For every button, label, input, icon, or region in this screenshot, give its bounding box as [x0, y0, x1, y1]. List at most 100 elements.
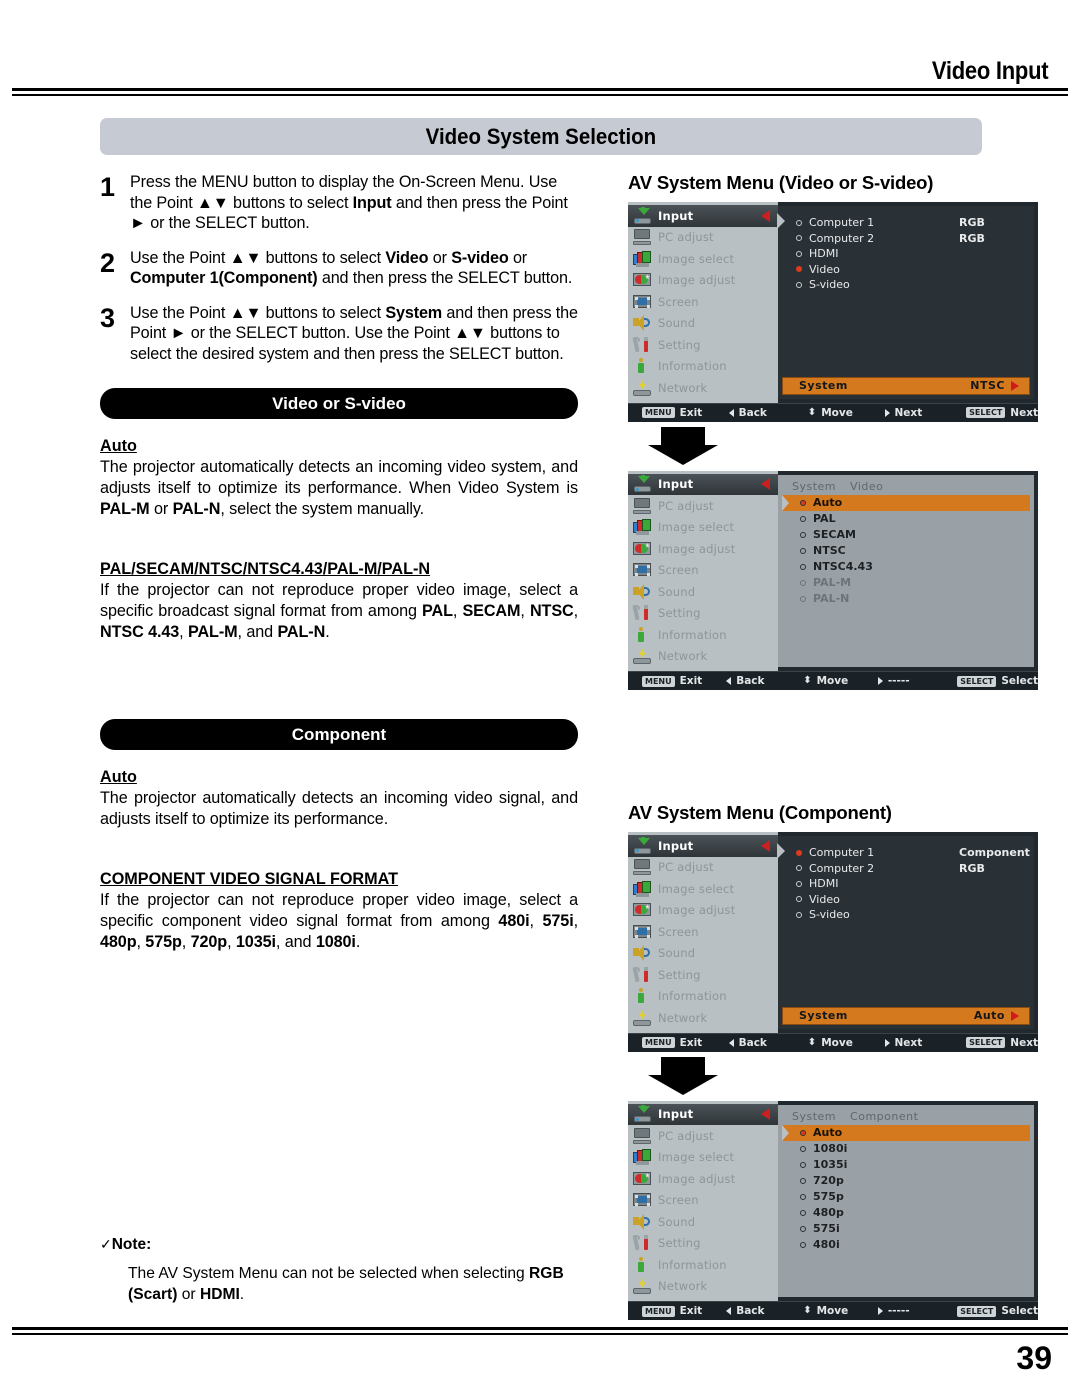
input-source-list[interactable]: Computer 1 RGB Computer 2 RGB HDMI Video S-vid… — [778, 206, 1034, 293]
sidebar-item-sound[interactable]: Sound — [628, 581, 778, 603]
sidebar-item-image-select[interactable]: Image select — [628, 878, 778, 900]
input-source-row[interactable]: S-video — [796, 277, 1034, 293]
sidebar-item-input[interactable]: Input — [628, 473, 778, 495]
sidebar-item-setting[interactable]: Setting — [628, 334, 778, 356]
sidebar-item-network[interactable]: Network — [628, 1007, 778, 1029]
component-auto-body: The projector automatically detects an i… — [100, 789, 578, 828]
osd-sidebar[interactable]: Input PC adjust Image select Image adjust Sc… — [628, 202, 778, 403]
system-option-row[interactable]: 1035i — [782, 1157, 1030, 1173]
sidebar-item-screen[interactable]: Screen — [628, 921, 778, 943]
status-next-label: ----- — [887, 675, 910, 687]
sidebar-item-image-select[interactable]: Image select — [628, 1147, 778, 1169]
system-option-row[interactable]: 480p — [782, 1205, 1030, 1221]
system-option-row[interactable]: PAL-N — [782, 591, 1030, 607]
sidebar-item-information[interactable]: Information — [628, 356, 778, 378]
status-move[interactable]: ⬍ Move — [803, 1305, 878, 1317]
sidebar-item-image-select[interactable]: Image select — [628, 248, 778, 270]
status-select[interactable]: SELECT Select — [957, 1305, 1038, 1317]
sidebar-item-image-adjust[interactable]: Image adjust — [628, 1168, 778, 1190]
input-source-row[interactable]: Computer 1 RGB — [796, 215, 1034, 231]
system-row[interactable]: System NTSC — [782, 376, 1030, 395]
system-option-row[interactable]: NTSC — [782, 543, 1030, 559]
system-option-row[interactable]: PAL — [782, 511, 1030, 527]
system-option-row[interactable]: SECAM — [782, 527, 1030, 543]
sidebar-item-sound[interactable]: Sound — [628, 943, 778, 965]
sidebar-item-network[interactable]: Network — [628, 646, 778, 668]
system-option-row[interactable]: Auto — [782, 1124, 1030, 1141]
system-option-row[interactable]: 575i — [782, 1221, 1030, 1237]
status-select[interactable]: SELECT Next — [966, 1037, 1038, 1049]
input-source-list[interactable]: Computer 1 Component Computer 2 RGB HDMI Vide… — [778, 836, 1034, 923]
sidebar-item-image-select[interactable]: Image select — [628, 517, 778, 539]
status-exit[interactable]: MENU Exit — [642, 1037, 729, 1049]
sidebar-item-pc-adjust[interactable]: PC adjust — [628, 227, 778, 249]
sidebar-item-information[interactable]: Information — [628, 624, 778, 646]
video-auto-body: The projector automatically detects an i… — [100, 458, 578, 518]
sidebar-item-pc-adjust[interactable]: PC adjust — [628, 857, 778, 879]
input-source-row[interactable]: Video — [796, 892, 1034, 908]
system-option-list[interactable]: Auto 1080i 1035i 720p 575p 480p 575i 480i — [778, 1124, 1034, 1253]
input-source-row[interactable]: Video — [796, 262, 1034, 278]
sidebar-item-pc-adjust[interactable]: PC adjust — [628, 1125, 778, 1147]
sidebar-item-screen[interactable]: Screen — [628, 560, 778, 582]
system-option-row[interactable]: Auto — [782, 494, 1030, 511]
input-source-row[interactable]: HDMI — [796, 876, 1034, 892]
status-next[interactable]: ----- — [877, 675, 957, 687]
status-back[interactable]: Back — [728, 1037, 808, 1049]
osd-sidebar[interactable]: Input PC adjust Image select Image adjust Sc… — [628, 1100, 778, 1301]
sidebar-item-setting[interactable]: Setting — [628, 964, 778, 986]
status-back[interactable]: Back — [728, 407, 808, 419]
radio-icon — [796, 849, 802, 856]
sidebar-item-label: Screen — [658, 1193, 699, 1208]
status-next[interactable]: ----- — [877, 1305, 957, 1317]
system-option-row[interactable]: PAL-M — [782, 575, 1030, 591]
status-select[interactable]: SELECT Select — [957, 675, 1038, 687]
sidebar-item-information[interactable]: Information — [628, 986, 778, 1008]
sidebar-item-pc-adjust[interactable]: PC adjust — [628, 495, 778, 517]
status-next[interactable]: Next — [884, 1037, 967, 1049]
sidebar-item-input[interactable]: Input — [628, 835, 778, 857]
status-next[interactable]: Next — [884, 407, 967, 419]
system-option-row[interactable]: 480i — [782, 1237, 1030, 1253]
status-move[interactable]: ⬍ Move — [808, 1037, 885, 1049]
status-back[interactable]: Back — [726, 1305, 803, 1317]
status-move[interactable]: ⬍ Move — [808, 407, 885, 419]
system-option-row[interactable]: 1080i — [782, 1141, 1030, 1157]
sidebar-item-screen[interactable]: Screen — [628, 1190, 778, 1212]
system-option-row[interactable]: 720p — [782, 1173, 1030, 1189]
status-back[interactable]: Back — [726, 675, 803, 687]
input-source-row[interactable]: S-video — [796, 907, 1034, 923]
sidebar-item-sound[interactable]: Sound — [628, 313, 778, 335]
system-row[interactable]: System Auto — [782, 1006, 1030, 1025]
sidebar-item-sound[interactable]: Sound — [628, 1211, 778, 1233]
input-source-row[interactable]: HDMI — [796, 246, 1034, 262]
osd-sidebar[interactable]: Input PC adjust Image select Image adjust Sc… — [628, 832, 778, 1033]
sidebar-item-input[interactable]: Input — [628, 1103, 778, 1125]
osd-sidebar[interactable]: Input PC adjust Image select Image adjust Sc… — [628, 470, 778, 671]
input-source-row[interactable]: Computer 2 RGB — [796, 861, 1034, 877]
system-option-list[interactable]: Auto PAL SECAM NTSC NTSC4.43 PAL-M PAL-N — [778, 494, 1034, 607]
input-source-row[interactable]: Computer 1 Component — [796, 845, 1034, 861]
status-move[interactable]: ⬍ Move — [803, 675, 878, 687]
sidebar-item-label: Screen — [658, 924, 699, 939]
sidebar-item-image-adjust[interactable]: Image adjust — [628, 270, 778, 292]
sidebar-item-setting[interactable]: Setting — [628, 1233, 778, 1255]
sidebar-item-input[interactable]: Input — [628, 205, 778, 227]
status-exit[interactable]: MENU Exit — [642, 407, 729, 419]
arrow-updown-icon: ⬍ — [807, 406, 817, 418]
sidebar-item-information[interactable]: Information — [628, 1254, 778, 1276]
status-exit[interactable]: MENU Exit — [642, 1305, 726, 1317]
sidebar-item-setting[interactable]: Setting — [628, 603, 778, 625]
sidebar-item-network[interactable]: Network — [628, 1276, 778, 1298]
sidebar-item-image-adjust[interactable]: Image adjust — [628, 900, 778, 922]
sidebar-item-screen[interactable]: Screen — [628, 291, 778, 313]
sidebar-item-label: Image adjust — [658, 903, 736, 918]
status-exit[interactable]: MENU Exit — [642, 675, 726, 687]
input-source-row[interactable]: Computer 2 RGB — [796, 231, 1034, 247]
system-option-row[interactable]: NTSC4.43 — [782, 559, 1030, 575]
system-option-row[interactable]: 575p — [782, 1189, 1030, 1205]
sidebar-item-image-adjust[interactable]: Image adjust — [628, 538, 778, 560]
sidebar-item-network[interactable]: Network — [628, 377, 778, 399]
radio-icon — [796, 911, 802, 918]
status-select[interactable]: SELECT Next — [966, 407, 1038, 419]
